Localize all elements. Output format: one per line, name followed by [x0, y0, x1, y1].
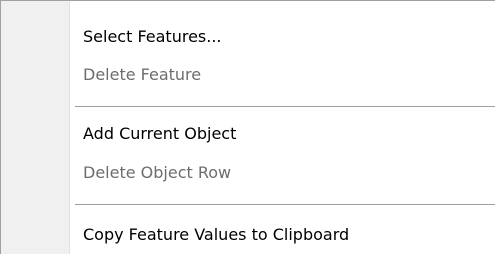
- menu-item-add-current-object[interactable]: Add Current Object: [70, 120, 495, 150]
- menu-item-delete-feature: Delete Feature: [70, 61, 495, 91]
- menu-item-label: Add Current Object: [83, 124, 237, 143]
- menu-item-label: Delete Feature: [83, 65, 202, 84]
- menu-item-delete-object-row: Delete Object Row: [70, 159, 495, 189]
- menu-item-label: Select Features...: [83, 27, 222, 46]
- menu-item-select-features[interactable]: Select Features...: [70, 23, 495, 53]
- menu-icon-gutter: [1, 1, 69, 254]
- menu-separator-highlight: [75, 107, 495, 108]
- menu-separator-highlight: [75, 205, 495, 206]
- context-menu: Select Features... Delete Feature Add Cu…: [0, 0, 495, 254]
- menu-item-copy-feature-values[interactable]: Copy Feature Values to Clipboard: [70, 221, 495, 251]
- menu-item-label: Copy Feature Values to Clipboard: [83, 225, 350, 244]
- menu-item-label: Delete Object Row: [83, 163, 232, 182]
